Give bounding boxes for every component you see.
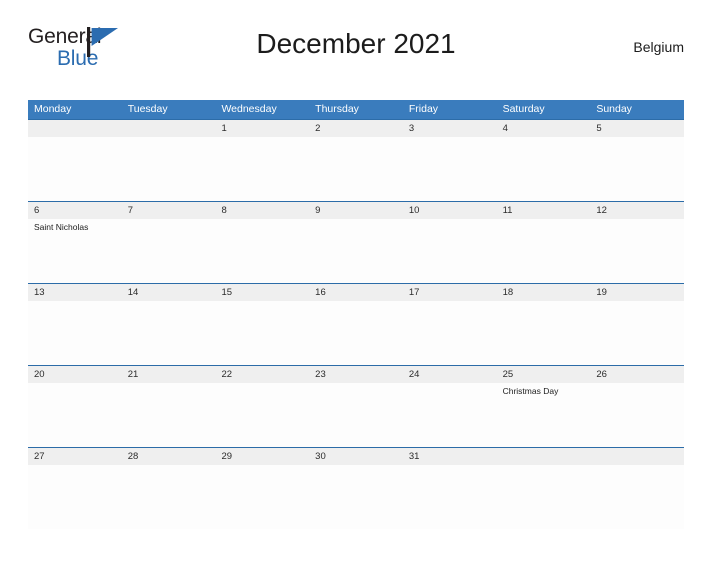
day-event[interactable] bbox=[215, 465, 309, 529]
week-row: 1 2 3 4 5 bbox=[28, 119, 684, 201]
week-date-band: 1 2 3 4 5 bbox=[28, 120, 684, 137]
page-header: General Blue December 2021 Belgium bbox=[28, 22, 684, 78]
day-number[interactable]: 23 bbox=[309, 366, 403, 383]
week-date-band: 6 7 8 9 10 11 12 bbox=[28, 202, 684, 219]
weekday-header-saturday: Saturday bbox=[502, 103, 545, 115]
day-event[interactable] bbox=[403, 219, 497, 283]
day-number[interactable]: 19 bbox=[590, 284, 684, 301]
day-event[interactable] bbox=[215, 219, 309, 283]
day-event[interactable] bbox=[497, 219, 591, 283]
weekday-header-thursday: Thursday bbox=[315, 103, 359, 115]
day-event[interactable] bbox=[590, 383, 684, 447]
day-number[interactable]: 28 bbox=[122, 448, 216, 465]
day-number[interactable]: 17 bbox=[403, 284, 497, 301]
day-event[interactable] bbox=[122, 383, 216, 447]
day-number[interactable]: 26 bbox=[590, 366, 684, 383]
day-event[interactable] bbox=[590, 301, 684, 365]
day-event[interactable] bbox=[309, 465, 403, 529]
day-number[interactable] bbox=[122, 120, 216, 137]
day-number[interactable]: 14 bbox=[122, 284, 216, 301]
day-number[interactable]: 3 bbox=[403, 120, 497, 137]
day-event[interactable] bbox=[403, 301, 497, 365]
day-event[interactable] bbox=[28, 465, 122, 529]
weekday-header-friday: Friday bbox=[408, 103, 439, 115]
week-date-band: 27 28 29 30 31 bbox=[28, 448, 684, 465]
day-event[interactable] bbox=[309, 219, 403, 283]
day-number[interactable]: 16 bbox=[309, 284, 403, 301]
day-event[interactable] bbox=[309, 383, 403, 447]
day-number[interactable]: 18 bbox=[497, 284, 591, 301]
day-number[interactable]: 31 bbox=[403, 448, 497, 465]
day-event[interactable] bbox=[497, 465, 591, 529]
day-event[interactable] bbox=[122, 219, 216, 283]
day-number[interactable]: 25 bbox=[497, 366, 591, 383]
day-event[interactable] bbox=[309, 301, 403, 365]
day-event[interactable]: Christmas Day bbox=[497, 383, 591, 447]
weekday-header-monday: Monday bbox=[34, 103, 72, 115]
page-title: December 2021 bbox=[256, 28, 456, 59]
week-date-band: 13 14 15 16 17 18 19 bbox=[28, 284, 684, 301]
week-event-band: Saint Nicholas bbox=[28, 219, 684, 283]
day-number[interactable]: 2 bbox=[309, 120, 403, 137]
day-number[interactable]: 21 bbox=[122, 366, 216, 383]
day-number[interactable]: 11 bbox=[497, 202, 591, 219]
calendar-grid: Monday Tuesday Wednesday Thursday Friday… bbox=[28, 100, 684, 529]
day-event[interactable] bbox=[122, 465, 216, 529]
day-event[interactable]: Saint Nicholas bbox=[28, 219, 122, 283]
day-event[interactable] bbox=[403, 137, 497, 201]
weekday-header-tuesday: Tuesday bbox=[127, 103, 168, 115]
week-row: 6 7 8 9 10 11 12 Saint Nicholas bbox=[28, 201, 684, 283]
day-event[interactable] bbox=[122, 301, 216, 365]
day-event[interactable] bbox=[28, 301, 122, 365]
weekday-header-row: Monday Tuesday Wednesday Thursday Friday… bbox=[28, 100, 684, 119]
week-row: 13 14 15 16 17 18 19 bbox=[28, 283, 684, 365]
day-number[interactable]: 13 bbox=[28, 284, 122, 301]
day-number[interactable]: 10 bbox=[403, 202, 497, 219]
day-number[interactable]: 7 bbox=[122, 202, 216, 219]
day-event[interactable] bbox=[590, 137, 684, 201]
week-date-band: 20 21 22 23 24 25 26 bbox=[28, 366, 684, 383]
day-number[interactable] bbox=[590, 448, 684, 465]
day-event[interactable] bbox=[403, 383, 497, 447]
day-event[interactable] bbox=[215, 137, 309, 201]
week-event-band bbox=[28, 137, 684, 201]
day-number[interactable]: 27 bbox=[28, 448, 122, 465]
week-event-band: Christmas Day bbox=[28, 383, 684, 447]
day-event[interactable] bbox=[309, 137, 403, 201]
region-label: Belgium bbox=[633, 39, 684, 55]
day-number[interactable]: 20 bbox=[28, 366, 122, 383]
day-event[interactable] bbox=[403, 465, 497, 529]
day-event[interactable] bbox=[28, 137, 122, 201]
day-event[interactable] bbox=[215, 301, 309, 365]
week-row: 20 21 22 23 24 25 26 Christmas Day bbox=[28, 365, 684, 447]
day-event[interactable] bbox=[590, 219, 684, 283]
day-number[interactable]: 12 bbox=[590, 202, 684, 219]
week-row: 27 28 29 30 31 bbox=[28, 447, 684, 529]
day-number[interactable] bbox=[28, 120, 122, 137]
day-event[interactable] bbox=[215, 383, 309, 447]
day-number[interactable]: 24 bbox=[403, 366, 497, 383]
day-event[interactable] bbox=[497, 301, 591, 365]
day-number[interactable]: 9 bbox=[309, 202, 403, 219]
week-event-band bbox=[28, 301, 684, 365]
day-number[interactable]: 22 bbox=[215, 366, 309, 383]
day-number[interactable] bbox=[497, 448, 591, 465]
weekday-header-wednesday: Wednesday bbox=[221, 103, 277, 115]
day-event[interactable] bbox=[497, 137, 591, 201]
day-number[interactable]: 5 bbox=[590, 120, 684, 137]
day-number[interactable]: 1 bbox=[215, 120, 309, 137]
weekday-header-sunday: Sunday bbox=[596, 103, 632, 115]
day-number[interactable]: 6 bbox=[28, 202, 122, 219]
day-number[interactable]: 15 bbox=[215, 284, 309, 301]
day-number[interactable]: 30 bbox=[309, 448, 403, 465]
day-event[interactable] bbox=[590, 465, 684, 529]
day-number[interactable]: 4 bbox=[497, 120, 591, 137]
day-number[interactable]: 8 bbox=[215, 202, 309, 219]
day-event[interactable] bbox=[122, 137, 216, 201]
week-event-band bbox=[28, 465, 684, 529]
day-event[interactable] bbox=[28, 383, 122, 447]
day-number[interactable]: 29 bbox=[215, 448, 309, 465]
